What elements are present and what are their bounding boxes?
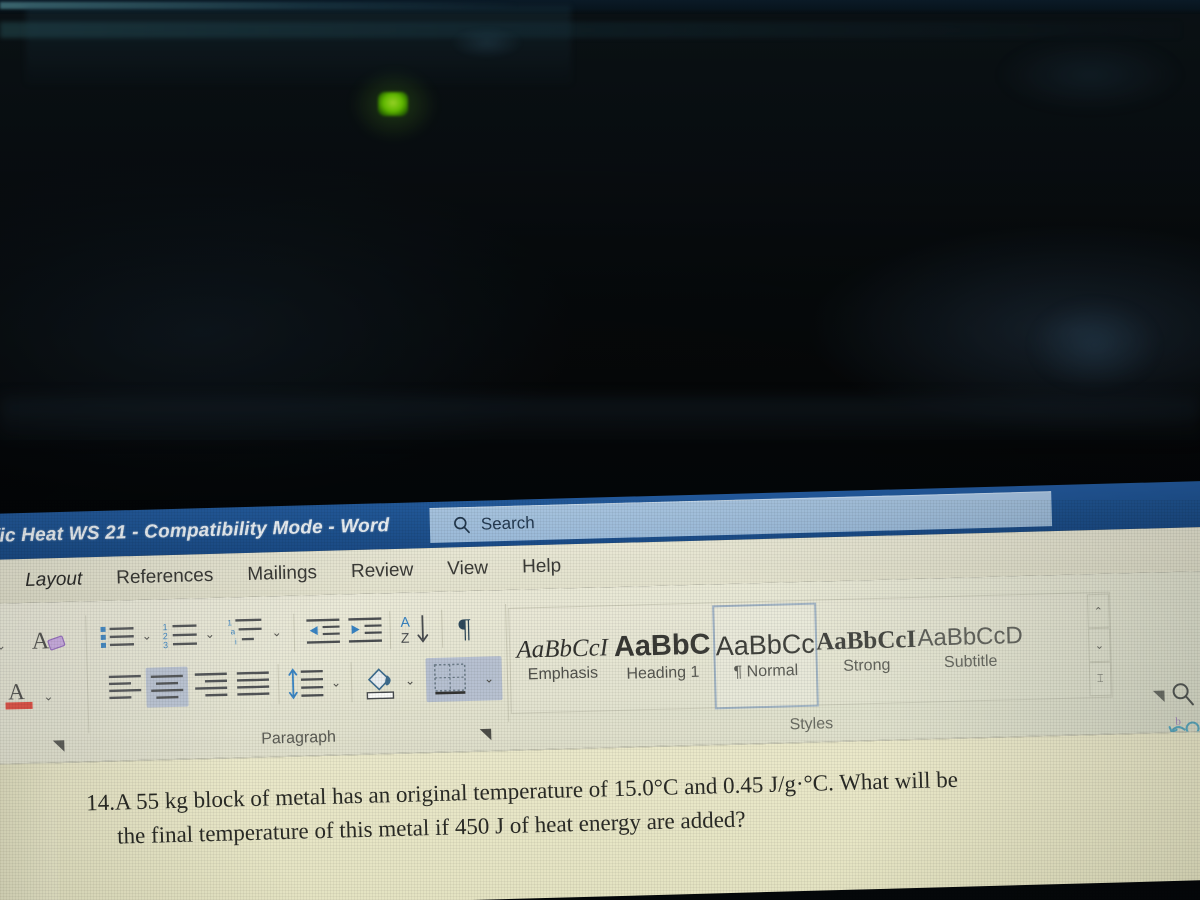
tab-layout[interactable]: Layout: [8, 568, 100, 592]
tab-references[interactable]: References: [99, 564, 231, 590]
show-hide-marks-button[interactable]: ¶: [448, 609, 481, 648]
align-center-icon: [150, 674, 184, 699]
style-item-heading-1[interactable]: AaBbC Heading 1: [611, 605, 714, 708]
svg-text:A: A: [8, 679, 26, 704]
decrease-indent-icon: [306, 618, 340, 644]
dark-fold-shadow: [0, 398, 1200, 444]
decrease-indent-button[interactable]: [304, 614, 343, 647]
paragraph-dialog-launcher[interactable]: ◥: [477, 725, 493, 742]
line-spacing-button[interactable]: [286, 663, 327, 704]
style-item-subtitle[interactable]: AaBbCcD Subtitle: [917, 597, 1024, 700]
ribbon-group-styles: AaBbCcI Emphasis AaBbC Heading 1 AaBbCc …: [506, 573, 1165, 750]
faint-glow-right: [1030, 300, 1160, 390]
green-power-led: [378, 92, 408, 116]
scroll-down-icon[interactable]: ⌄: [1087, 627, 1111, 663]
font-color-button[interactable]: A: [3, 675, 38, 716]
styles-scroll-bar[interactable]: ⌃ ⌄ ⌶: [1086, 593, 1112, 697]
style-label: Subtitle: [943, 652, 998, 672]
borders-icon: [433, 663, 467, 695]
scroll-up-icon[interactable]: ⌃: [1086, 593, 1110, 629]
font-size-chevron-down-icon[interactable]: ⌄: [0, 639, 6, 653]
font-color-chevron-down-icon[interactable]: ⌄: [43, 689, 53, 703]
svg-text:3: 3: [163, 640, 168, 650]
sort-az-icon: A Z: [400, 614, 429, 646]
style-preview: AaBbC: [613, 627, 711, 663]
document-left-margin: [0, 763, 60, 900]
multilevel-list-button[interactable]: 1 a i: [226, 614, 267, 651]
line-spacing-icon: [288, 668, 324, 700]
shading-button[interactable]: [360, 661, 401, 702]
align-left-icon: [108, 674, 142, 700]
search-icon: [454, 516, 470, 533]
style-preview: AaBbCcI: [516, 633, 609, 664]
style-item-normal[interactable]: AaBbCc ¶ Normal: [712, 602, 819, 710]
text-effects-icon: A: [32, 628, 66, 655]
tab-view[interactable]: View: [430, 557, 505, 581]
screenshot-stage: fic Heat WS 21 - Compatibility Mode - Wo…: [0, 0, 1200, 900]
style-item-strong[interactable]: AaBbCcI Strong: [815, 600, 918, 703]
svg-text:a: a: [231, 627, 236, 636]
paragraph-row2-divider-2: [350, 662, 353, 703]
line-spacing-chevron-down-icon[interactable]: ⌄: [331, 675, 341, 689]
borders-chevron-down-icon[interactable]: ⌄: [484, 671, 494, 685]
search-input-placeholder[interactable]: Search: [481, 513, 535, 534]
style-label: Emphasis: [527, 664, 599, 683]
ribbon-group-font: ⌄ A A ⌄ ◥: [0, 601, 89, 764]
justify-icon: [236, 671, 270, 696]
align-right-icon: [194, 672, 228, 697]
shading-chevron-down-icon[interactable]: ⌄: [405, 673, 415, 687]
align-center-button[interactable]: [145, 666, 189, 708]
faint-reflection: [452, 28, 522, 58]
pilcrow-icon: ¶: [458, 612, 472, 643]
style-item-emphasis[interactable]: AaBbCcI Emphasis: [511, 608, 614, 711]
style-preview: AaBbCc: [715, 628, 816, 661]
align-right-button[interactable]: [192, 667, 231, 702]
style-label: Strong: [842, 656, 891, 675]
numbering-icon: 1 2 3: [162, 622, 197, 650]
tab-mailings[interactable]: Mailings: [230, 562, 334, 587]
paragraph-row1-divider: [293, 613, 296, 652]
style-preview: AaBbCcI: [815, 625, 917, 656]
styles-gallery: AaBbCcI Emphasis AaBbC Heading 1 AaBbCc …: [508, 591, 1113, 714]
multilevel-chevron-down-icon[interactable]: ⌄: [271, 625, 281, 639]
faint-glow-upper-right: [1000, 40, 1180, 110]
svg-text:Z: Z: [401, 630, 410, 646]
word-window: fic Heat WS 21 - Compatibility Mode - Wo…: [0, 467, 1200, 900]
svg-text:i: i: [235, 637, 237, 646]
bullets-icon: [100, 626, 134, 648]
paragraph-row1-divider-3: [441, 609, 444, 648]
document-text-line-1: 14.A 55 kg block of metal has an origina…: [85, 766, 959, 816]
font-color-icon: A: [5, 679, 33, 710]
svg-text:1: 1: [227, 618, 232, 627]
styles-dialog-launcher[interactable]: ◥: [1151, 687, 1167, 704]
borders-button[interactable]: ⌄: [425, 656, 503, 703]
style-label: ¶ Normal: [733, 661, 799, 681]
ribbon-group-paragraph: ⌄ 1 2 3 ⌄ 1 a i ⌄ A Z ¶ ⌄ ⌄ ⌄ Paragraph …: [86, 590, 508, 761]
bullets-chevron-down-icon[interactable]: ⌄: [142, 629, 152, 643]
bullets-button[interactable]: [98, 620, 137, 653]
numbering-button[interactable]: 1 2 3: [161, 618, 200, 651]
font-dialog-launcher[interactable]: ◥: [50, 737, 66, 754]
numbering-chevron-down-icon[interactable]: ⌄: [205, 627, 215, 641]
increase-indent-icon: [348, 617, 382, 643]
paragraph-row2-divider: [277, 664, 280, 705]
find-icon[interactable]: [1170, 681, 1197, 708]
justify-button[interactable]: [234, 666, 273, 701]
dark-monitor-background: [0, 0, 1200, 518]
sort-button[interactable]: A Z: [398, 610, 435, 649]
increase-indent-button[interactable]: [346, 613, 385, 646]
svg-text:A: A: [400, 614, 410, 630]
text-effects-button[interactable]: A: [29, 624, 70, 659]
tab-help[interactable]: Help: [505, 555, 579, 579]
page-title: fic Heat WS 21 - Compatibility Mode - Wo…: [0, 515, 390, 547]
multilevel-list-icon: 1 a i: [227, 618, 262, 646]
more-styles-icon[interactable]: ⌶: [1088, 661, 1112, 697]
style-preview: AaBbCcD: [917, 622, 1024, 652]
tab-review[interactable]: Review: [334, 559, 431, 584]
align-left-button[interactable]: [106, 670, 145, 705]
paragraph-group-label: Paragraph: [260, 728, 337, 748]
paragraph-row1-divider-2: [389, 611, 392, 650]
style-label: Heading 1: [626, 663, 700, 683]
shading-paint-bucket-icon: [366, 668, 395, 700]
